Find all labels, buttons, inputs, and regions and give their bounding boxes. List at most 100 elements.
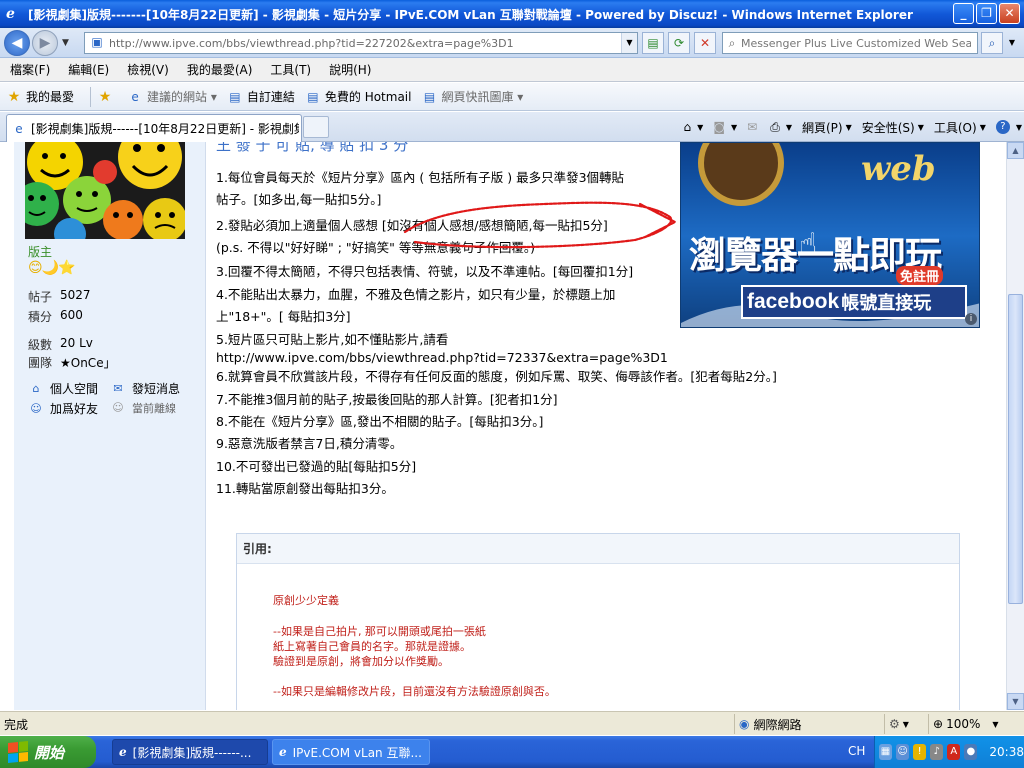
- menu-bar: 檔案(F) 編輯(E) 檢視(V) 我的最愛(A) 工具(T) 說明(H): [0, 58, 1024, 82]
- star-icon: ★: [7, 88, 21, 105]
- fav-suggested-sites[interactable]: e 建議的網站 ▾: [127, 88, 217, 105]
- tools-menu-label: 工具(O): [933, 120, 977, 135]
- safety-menu-label: 安全性(S): [861, 120, 915, 135]
- search-icon[interactable]: ⌕: [981, 32, 1003, 54]
- add-friend-link[interactable]: ☺ 加爲好友: [28, 400, 98, 417]
- offline-label: 當前離線: [132, 402, 176, 415]
- facebook-login-button[interactable]: facebook 帳號直接玩: [741, 285, 967, 319]
- mail-icon: ✉: [747, 120, 758, 134]
- fav-hotmail[interactable]: ▤ 免費的 Hotmail: [305, 88, 411, 105]
- ad-info-icon[interactable]: i: [965, 313, 977, 325]
- menu-favorites[interactable]: 我的最愛(A): [181, 61, 259, 78]
- ie-icon: e: [6, 6, 15, 22]
- messenger-icon[interactable]: ☺: [896, 744, 910, 760]
- address-dropdown-icon[interactable]: ▼: [621, 33, 637, 53]
- page-icon: ▤: [229, 89, 241, 104]
- warning-icon[interactable]: !: [913, 744, 927, 760]
- feeds-button[interactable]: ◙ ▼: [713, 120, 737, 134]
- maximize-button[interactable]: ❐: [976, 3, 997, 24]
- taskbar: 開始 e [影視劇集]版規------... e IPvE.COM vLan 互…: [0, 736, 1024, 768]
- start-button[interactable]: 開始: [0, 736, 96, 768]
- protected-mode[interactable]: ⚙ ▼: [884, 714, 926, 734]
- refresh-button[interactable]: ⟳: [668, 32, 690, 54]
- minimize-button[interactable]: _: [953, 3, 974, 24]
- new-tab-button[interactable]: [303, 116, 329, 138]
- address-bar[interactable]: ▣ http://www.ipve.com/bbs/viewthread.php…: [84, 32, 638, 54]
- zoom-control[interactable]: ⊕ 100% ▼: [928, 714, 1022, 734]
- menu-file[interactable]: 檔案(F): [4, 61, 56, 78]
- menu-edit[interactable]: 編輯(E): [62, 61, 115, 78]
- menu-view[interactable]: 檢視(V): [121, 61, 175, 78]
- add-star-icon: ★: [98, 88, 112, 105]
- back-button[interactable]: ◀: [4, 30, 30, 56]
- taskbar-item-label: IPvE.COM vLan 互聯...: [292, 745, 422, 760]
- window-title: [影視劇集]版規-------[10年8月22日更新] - 影視劇集 - 短片分…: [28, 7, 913, 22]
- safety-menu[interactable]: 安全性(S) ▼: [862, 119, 924, 136]
- search-input[interactable]: [741, 36, 971, 50]
- search-options-dropdown[interactable]: ▼: [1004, 32, 1020, 54]
- user-posts-value: 5027: [60, 288, 91, 302]
- tab-label: [影視劇集]版規------[10年8月22日更新] - 影視劇集...: [31, 122, 299, 136]
- fav-web-slice-gallery[interactable]: ▤ 網頁快訊圖庫 ▾: [421, 88, 524, 105]
- favorites-button[interactable]: ★ 我的最愛: [6, 88, 74, 105]
- tools-menu[interactable]: 工具(O) ▼: [934, 119, 986, 136]
- scroll-down-arrow-icon[interactable]: ▼: [1007, 693, 1024, 710]
- add-favorites-icon[interactable]: ★: [97, 89, 117, 105]
- home-icon: ⌂: [32, 381, 40, 395]
- rule-line: 5.短片區只可貼上影片,如不懂貼影片,請看: [216, 332, 449, 347]
- network-icon[interactable]: ▦: [879, 744, 893, 760]
- user-team: 團隊 ★OnCe」: [28, 354, 116, 371]
- user-space-link[interactable]: ⌂ 個人空間: [28, 380, 99, 397]
- search-box[interactable]: ⌕: [722, 32, 978, 54]
- tray-app-icon[interactable]: ●: [964, 744, 978, 760]
- print-button[interactable]: ⎙ ▼: [770, 120, 792, 135]
- window-titlebar: e [影視劇集]版規-------[10年8月22日更新] - 影視劇集 - 短…: [0, 0, 1024, 28]
- user-info-panel: 版主 😊🌙⭐ 帖子 5027 積分 600 級數 20 Lv 團隊 ★OnCe」…: [14, 142, 206, 710]
- quote-line: 原創少少定義: [273, 594, 339, 607]
- advertisement-banner[interactable]: web 瀏覽器一點即玩 免註冊 facebook 帳號直接玩 ☝ i: [680, 142, 980, 328]
- quote-header: 引用:: [237, 534, 959, 564]
- language-indicator[interactable]: CH: [848, 744, 865, 758]
- fav-custom-links-label: 自訂連結: [246, 90, 295, 104]
- user-credits: 積分 600: [28, 308, 83, 325]
- forward-button[interactable]: ▶: [32, 30, 58, 56]
- send-pm-label: 發短消息: [132, 382, 181, 396]
- volume-icon[interactable]: ♪: [930, 744, 944, 760]
- send-pm-link[interactable]: ✉ 發短消息: [110, 380, 180, 397]
- printer-icon: ⎙: [770, 119, 780, 134]
- windows-logo-icon: [8, 740, 28, 764]
- rule-line: 7.不能推3個月前的貼子,按最後回貼的那人計算。[犯者扣1分]: [216, 392, 558, 407]
- taskbar-item-window-2[interactable]: e IPvE.COM vLan 互聯...: [272, 739, 430, 765]
- zoom-icon: ⊕: [933, 717, 944, 731]
- security-zone[interactable]: ◉ 網際網路: [734, 714, 882, 734]
- user-level-label: 級數: [28, 338, 53, 352]
- scroll-thumb[interactable]: [1008, 294, 1023, 604]
- close-button[interactable]: ✕: [999, 3, 1020, 24]
- fav-custom-links[interactable]: ▤ 自訂連結: [227, 88, 295, 105]
- menu-tools[interactable]: 工具(T): [264, 61, 317, 78]
- user-space-label: 個人空間: [50, 382, 99, 396]
- user-level: 級數 20 Lv: [28, 336, 93, 353]
- menu-help[interactable]: 說明(H): [323, 61, 377, 78]
- stop-button[interactable]: ✕: [694, 32, 716, 54]
- scroll-up-arrow-icon[interactable]: ▲: [1007, 142, 1024, 159]
- recent-pages-dropdown[interactable]: ▼: [62, 38, 69, 48]
- zoom-level: 100%: [946, 717, 981, 731]
- offline-icon: ☺: [112, 401, 124, 414]
- help-button[interactable]: ? ▼: [995, 120, 1022, 134]
- red-annotation-scribble: [403, 201, 678, 249]
- tab-row: e [影視劇集]版規------[10年8月22日更新] - 影視劇集... ⌂…: [0, 112, 1024, 142]
- favorites-label: 我的最愛: [26, 90, 75, 104]
- home-button[interactable]: ⌂ ▼: [684, 120, 704, 134]
- command-bar: ⌂ ▼ ◙ ▼ ✉ ⎙ ▼ 網頁(P) ▼ 安全性(S) ▼ 工具(O) ▼ ? ▼: [674, 116, 1022, 138]
- compatibility-view-button[interactable]: ▤: [642, 32, 664, 54]
- read-mail-button[interactable]: ✉: [747, 120, 760, 134]
- address-url[interactable]: http://www.ipve.com/bbs/viewthread.php?t…: [109, 37, 619, 50]
- page-menu[interactable]: 網頁(P) ▼: [802, 119, 852, 136]
- vertical-scrollbar[interactable]: ▲ ▼: [1006, 142, 1024, 710]
- taskbar-item-window-1[interactable]: e [影視劇集]版規------...: [112, 739, 268, 765]
- tab-current[interactable]: e [影視劇集]版規------[10年8月22日更新] - 影視劇集...: [6, 114, 302, 142]
- ie-icon: e: [119, 745, 127, 759]
- antivirus-icon[interactable]: A: [947, 744, 961, 760]
- rule-link[interactable]: http://www.ipve.com/bbs/viewthread.php?t…: [216, 348, 668, 368]
